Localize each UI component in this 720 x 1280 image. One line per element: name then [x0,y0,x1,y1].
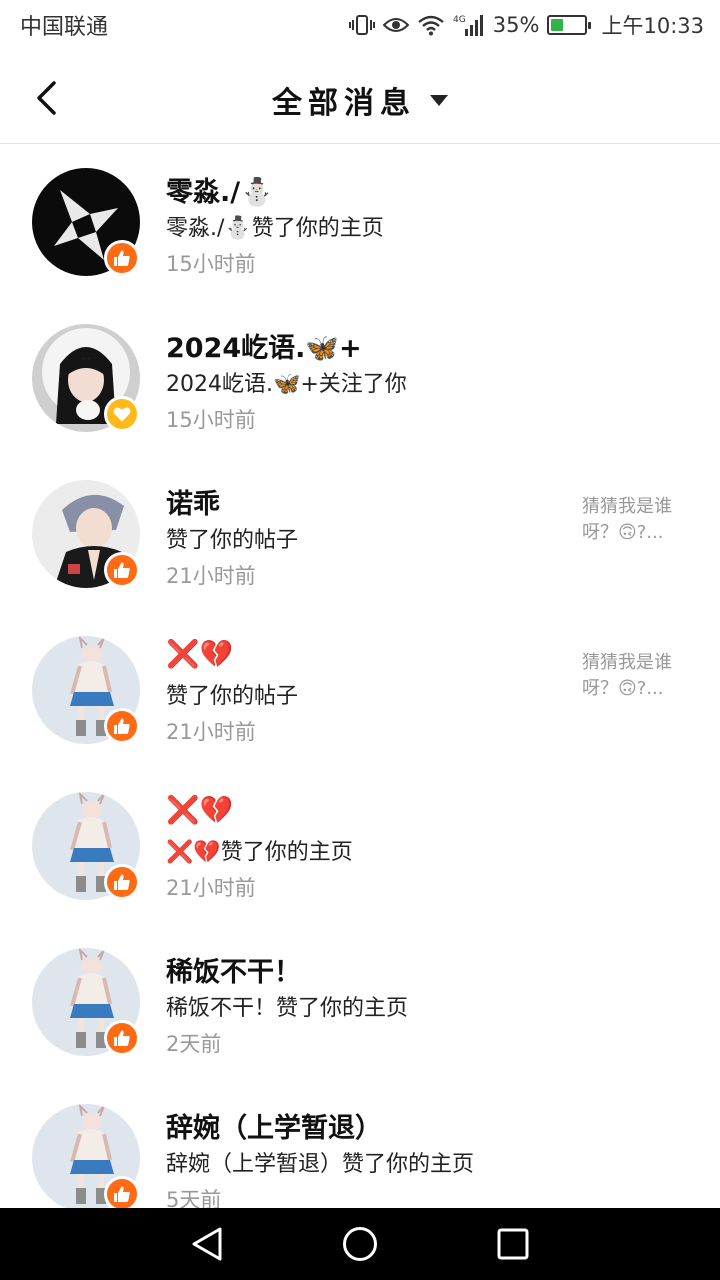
thumbs-up-icon [114,562,130,578]
battery-percent: 35% [492,13,540,37]
notification-text: 辞婉（上学暂退）赞了你的主页 [166,1152,475,1177]
circle-home-icon [342,1227,377,1261]
timestamp: 15小时前 [166,252,256,276]
notification-item[interactable]: 零淼./⛄ 零淼./⛄赞了你的主页 15小时前 [0,144,720,300]
like-badge [104,552,140,588]
notification-text: 2024屹语.🦋+关注了你 [166,372,407,397]
nav-recents-button[interactable] [491,1222,535,1266]
timestamp: 5天前 [166,1188,222,1208]
clock: 上午10:33 [601,14,704,38]
follow-badge [104,396,140,432]
notification-text: 零淼./⛄赞了你的主页 [166,216,384,241]
notification-item[interactable]: 稀饭不干！ 稀饭不干！赞了你的主页 2天前 [0,924,720,1080]
notification-list: 零淼./⛄ 零淼./⛄赞了你的主页 15小时前 2024屹语.🦋+ 2024屹语.🦋+关… [0,144,720,1208]
eye-comfort-icon [382,15,409,35]
notification-text: 赞了你的帖子 [166,684,299,709]
system-nav-bar [0,1208,720,1280]
thumbs-up-icon [114,1030,130,1046]
notification-text: 稀饭不干！赞了你的主页 [166,996,409,1021]
heart-icon [113,407,131,422]
filter-dropdown[interactable]: 全部消息 [0,78,720,122]
wifi-icon [417,14,445,36]
user-name[interactable]: ❌💔 [166,638,233,670]
notification-item[interactable]: 辞婉（上学暂退） 辞婉（上学暂退）赞了你的主页 5天前 [0,1080,720,1208]
user-name[interactable]: 2024屹语.🦋+ [166,326,362,365]
notification-item[interactable]: 诺乖赞了你的帖子 21小时前 猜猜我是谁呀？🙃?... [0,456,720,612]
user-name[interactable]: 诺乖 [166,482,220,521]
triangle-back-icon [192,1227,222,1261]
post-preview[interactable]: 猜猜我是谁呀？🙃?... [582,494,692,546]
thumbs-up-icon [114,250,130,266]
user-name[interactable]: ❌💔 [166,794,233,826]
timestamp: 21小时前 [166,876,256,900]
caret-down-icon [430,94,448,106]
notification-item[interactable]: ❌💔 赞了你的帖子 21小时前 猜猜我是谁呀？🙃?... [0,612,720,768]
status-bar: 中国联通 4G 35% 上午10:33 [0,0,720,50]
user-name[interactable]: 零淼./⛄ [166,170,274,209]
timestamp: 2天前 [166,1032,222,1056]
battery-level-fill [551,19,563,31]
nav-home-button[interactable] [338,1222,382,1266]
timestamp: 15小时前 [166,408,256,432]
notification-text: ❌💔赞了你的主页 [166,840,353,865]
like-badge [104,864,140,900]
timestamp: 21小时前 [166,564,256,588]
thumbs-up-icon [114,1186,130,1202]
user-name[interactable]: 稀饭不干！ [166,950,301,989]
user-name[interactable]: 辞婉（上学暂退） [166,1106,382,1145]
square-recents-icon [497,1228,529,1260]
notification-text: 赞了你的帖子 [166,528,299,553]
nav-back-button[interactable] [185,1222,229,1266]
app-header: 全部消息 [0,50,720,144]
like-badge [104,708,140,744]
status-icons: 4G 35% 上午10:33 [348,10,704,40]
notification-item[interactable]: 2024屹语.🦋+ 2024屹语.🦋+关注了你 15小时前 [0,300,720,456]
notification-item[interactable]: ❌💔 ❌💔赞了你的主页 21小时前 [0,768,720,924]
thumbs-up-icon [114,718,130,734]
signal-icon: 4G [453,13,485,37]
carrier-label: 中国联通 [20,15,109,40]
post-preview[interactable]: 猜猜我是谁呀？🙃?... [582,650,692,702]
like-badge [104,240,140,276]
network-type-label: 4G [453,15,466,25]
page-title: 全部消息 [272,86,416,121]
battery-icon [547,15,592,35]
thumbs-up-icon [114,874,130,890]
like-badge [104,1176,140,1208]
like-badge [104,1020,140,1056]
vibrate-icon [348,13,375,37]
timestamp: 21小时前 [166,720,256,744]
